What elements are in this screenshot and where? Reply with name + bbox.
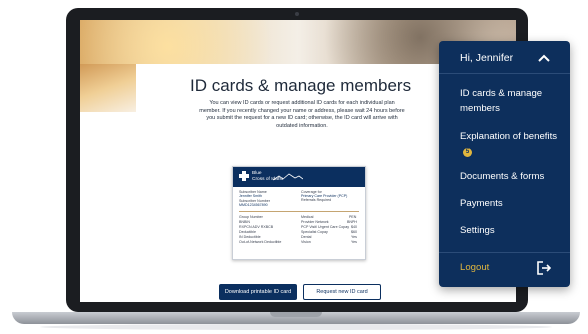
coverage-note: Referrals Required [301, 198, 332, 202]
card-right-label: Vision [301, 240, 311, 244]
menu-greeting: Hi, Jennifer [460, 52, 514, 64]
laptop-shadow [40, 324, 552, 330]
page-description: You can view ID cards or request additio… [199, 100, 405, 129]
card-left-row: Group Number [239, 215, 263, 219]
hero-image-side [80, 64, 136, 112]
menu-divider [439, 73, 570, 74]
download-id-card-button[interactable]: Download printable ID card [219, 284, 297, 300]
mountains-icon [273, 173, 303, 181]
card-right-value: BNPH [347, 220, 357, 224]
chevron-up-icon[interactable] [538, 54, 550, 62]
card-left-row: Deductible [239, 230, 256, 234]
account-menu: Hi, Jennifer ID cards & manage members E… [439, 41, 570, 287]
menu-item-payments[interactable]: Payments [460, 197, 565, 212]
camera-icon [295, 12, 299, 16]
menu-item-id-cards[interactable]: ID cards & manage members [460, 87, 565, 116]
card-left-row: Out-of-Network Deductible [239, 240, 282, 244]
laptop-notch [270, 312, 322, 317]
card-right-value: PEN [349, 215, 357, 219]
card-right-label: Specialist Copay [301, 230, 328, 234]
card-left-row: IN Deductible [239, 235, 261, 239]
laptop-base [12, 312, 580, 324]
card-divider [239, 211, 359, 212]
card-right-value: Yes [351, 240, 357, 244]
request-id-card-button[interactable]: Request new ID card [303, 284, 381, 300]
menu-item-documents-forms[interactable]: Documents & forms [460, 170, 565, 185]
menu-item-settings[interactable]: Settings [460, 224, 565, 239]
menu-item-label: Explanation of benefits [460, 131, 558, 142]
card-right-value: $40 [351, 225, 357, 229]
logout-link[interactable]: Logout [460, 262, 489, 273]
card-right-label: Dental [301, 235, 312, 239]
id-card-header: Blue Cross of Idaho [233, 167, 365, 187]
menu-divider [439, 252, 570, 253]
logout-icon[interactable] [537, 261, 551, 275]
card-right-value: $60 [351, 230, 357, 234]
card-right-label: Provider Network [301, 220, 329, 224]
blue-cross-logo-icon [239, 171, 249, 181]
subscriber-name: Jennifer Smith [239, 194, 262, 198]
card-left-row: BNBIN [239, 220, 250, 224]
card-left-row: RXPCN ADV RXBCB [239, 225, 274, 229]
notification-badge: 5 [463, 147, 472, 157]
page-title: ID cards & manage members [190, 76, 412, 95]
card-right-value: Yes [351, 235, 357, 239]
subscriber-number: MMD1234567890 [239, 203, 268, 207]
menu-item-explanation-of-benefits[interactable]: Explanation of benefits 5 [460, 130, 565, 159]
card-right-label: Medical [301, 215, 314, 219]
id-card-preview[interactable]: Blue Cross of Idaho Subscriber Name Jenn… [232, 166, 366, 260]
card-right-label: PCP Visit/ Urgent Care Copay [301, 225, 350, 229]
